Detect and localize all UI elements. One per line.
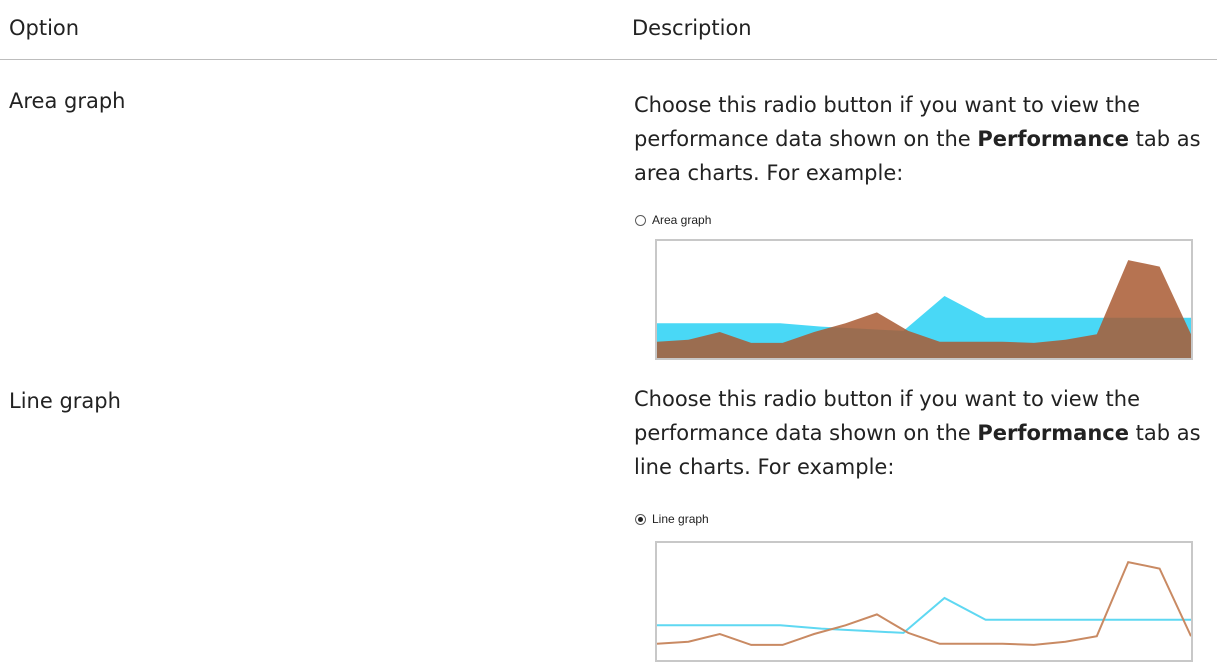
options-table: Option Description Area graph Choose thi… [0, 0, 1217, 671]
line-chart [657, 560, 1191, 646]
area-graph-radio-option[interactable]: Area graph [635, 210, 711, 230]
radio-label: Line graph [652, 512, 709, 526]
line-graph-radio-option[interactable]: Line graph [635, 509, 709, 529]
description-line-graph: Choose this radio button if you want to … [634, 382, 1214, 484]
column-header-description: Description [632, 16, 752, 40]
header-divider [0, 59, 1217, 60]
performance-tab-name: Performance [977, 127, 1129, 151]
column-header-option: Option [9, 16, 80, 40]
radio-label: Area graph [652, 213, 712, 227]
option-label-area-graph: Area graph [9, 89, 126, 113]
radio-button-icon[interactable] [635, 513, 646, 525]
radio-button-icon[interactable] [635, 214, 646, 226]
line-graph-example [655, 541, 1193, 662]
performance-tab-name: Performance [977, 421, 1129, 445]
area-chart [657, 260, 1191, 358]
area-graph-example [655, 239, 1193, 360]
line-series-1 [657, 560, 1191, 646]
description-area-graph: Choose this radio button if you want to … [634, 88, 1214, 190]
option-label-line-graph: Line graph [9, 389, 121, 413]
area-series-1 [657, 260, 1191, 358]
